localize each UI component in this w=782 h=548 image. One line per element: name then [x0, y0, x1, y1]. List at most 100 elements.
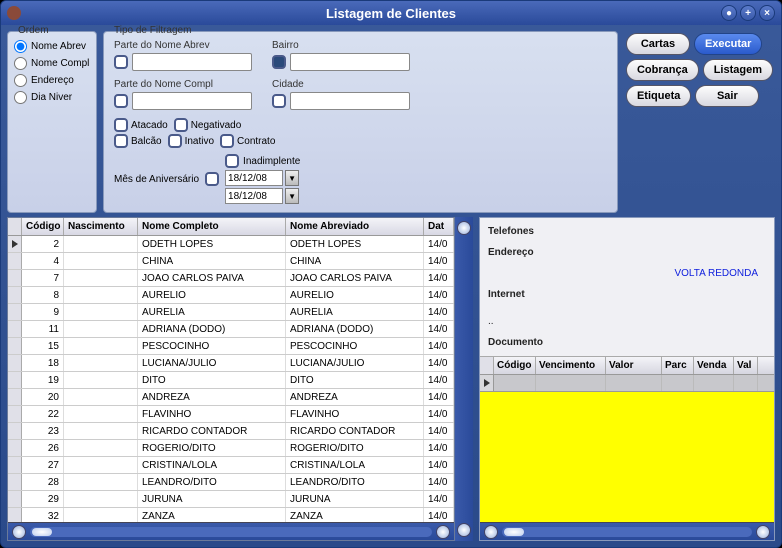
ordem-nome-abrev[interactable]: Nome Abrev: [14, 40, 90, 53]
scroll-left-icon[interactable]: [12, 525, 26, 539]
mes-label: Mês de Aniversário: [114, 174, 199, 185]
filter-panel: Ordem Nome Abrev Nome Compl Endereço Dia…: [7, 31, 775, 213]
negativado-flag[interactable]: Negativado: [174, 118, 242, 132]
filtragem-group: Tipo de Filtragem Parte do Nome Abrev Pa…: [103, 31, 618, 213]
cidade-check[interactable]: [272, 94, 286, 108]
cartas-button[interactable]: Cartas: [626, 33, 690, 55]
listagem-button[interactable]: Listagem: [703, 59, 773, 81]
clients-grid: Código Nascimento Nome Completo Nome Abr…: [7, 217, 455, 541]
bairro-filter: Bairro: [272, 40, 410, 71]
sair-button[interactable]: Sair: [695, 85, 759, 107]
atacado-flag[interactable]: Atacado: [114, 118, 168, 132]
title-bar: Listagem de Clientes ● + ×: [1, 1, 781, 25]
inadimplente-label: Inadimplente: [243, 156, 300, 167]
table-row[interactable]: 11ADRIANA (DODO)ADRIANA (DODO)14/0: [8, 321, 454, 338]
nome-abrev-check[interactable]: [114, 55, 128, 69]
inadimplente-check[interactable]: [225, 154, 239, 168]
mes-check[interactable]: [205, 172, 219, 186]
details-panel: Telefones Endereço VOLTA REDONDA Interne…: [479, 217, 775, 541]
close-icon[interactable]: ×: [759, 5, 775, 21]
etiqueta-button[interactable]: Etiqueta: [626, 85, 691, 107]
table-row[interactable]: 7JOAO CARLOS PAIVAJOAO CARLOS PAIVA14/0: [8, 270, 454, 287]
date2-dropdown[interactable]: ▼: [285, 188, 299, 204]
bairro-check[interactable]: [272, 55, 286, 69]
internet-label: Internet: [488, 289, 766, 300]
table-row[interactable]: 29JURUNAJURUNA14/0: [8, 491, 454, 508]
endereco-label: Endereço: [488, 247, 534, 258]
date1-input[interactable]: [225, 170, 283, 186]
action-buttons: Cartas Executar Cobrança Listagem Etique…: [624, 31, 775, 213]
det-scroll-thumb[interactable]: [504, 528, 524, 536]
table-row[interactable]: 23RICARDO CONTADORRICARDO CONTADOR14/0: [8, 423, 454, 440]
main-window: Listagem de Clientes ● + × Ordem Nome Ab…: [0, 0, 782, 548]
cobranca-button[interactable]: Cobrança: [626, 59, 699, 81]
grid-body[interactable]: 2ODETH LOPESODETH LOPES14/04CHINACHINA14…: [8, 236, 454, 522]
grid-v-scrollbar[interactable]: [455, 217, 473, 541]
flags-column: Atacado Negativado Balcão Inativo Contra…: [114, 116, 300, 204]
nome-abrev-input[interactable]: [132, 53, 252, 71]
inativo-flag[interactable]: Inativo: [168, 134, 214, 148]
col-nascimento[interactable]: Nascimento: [64, 218, 138, 235]
det-col-val[interactable]: Val: [734, 357, 758, 374]
nome-compl-input[interactable]: [132, 92, 252, 110]
table-row[interactable]: 28LEANDRO/DITOLEANDRO/DITO14/0: [8, 474, 454, 491]
ordem-nome-compl[interactable]: Nome Compl: [14, 57, 90, 70]
bairro-input[interactable]: [290, 53, 410, 71]
col-nome-completo[interactable]: Nome Completo: [138, 218, 286, 235]
det-col-vencimento[interactable]: Vencimento: [536, 357, 606, 374]
scroll-thumb[interactable]: [32, 528, 52, 536]
contrato-flag[interactable]: Contrato: [220, 134, 275, 148]
window-title: Listagem de Clientes: [326, 6, 456, 21]
det-grid-body[interactable]: [480, 392, 774, 522]
scroll-up-icon[interactable]: [457, 221, 471, 235]
col-nome-abreviado[interactable]: Nome Abreviado: [286, 218, 424, 235]
row-cursor-icon: [12, 240, 18, 248]
table-row[interactable]: 15PESCOCINHOPESCOCINHO14/0: [8, 338, 454, 355]
balcao-flag[interactable]: Balcão: [114, 134, 162, 148]
det-cursor-row[interactable]: [480, 375, 774, 392]
date1-dropdown[interactable]: ▼: [285, 170, 299, 186]
table-row[interactable]: 20ANDREZAANDREZA14/0: [8, 389, 454, 406]
nome-compl-check[interactable]: [114, 94, 128, 108]
col-codigo[interactable]: Código: [22, 218, 64, 235]
table-row[interactable]: 26ROGERIO/DITOROGERIO/DITO14/0: [8, 440, 454, 457]
app-icon: [7, 6, 21, 20]
det-col-valor[interactable]: Valor: [606, 357, 662, 374]
col-dat[interactable]: Dat: [424, 218, 454, 235]
table-row[interactable]: 18LUCIANA/JULIOLUCIANA/JULIO14/0: [8, 355, 454, 372]
ordem-dia-niver[interactable]: Dia Niver: [14, 91, 90, 104]
date2-input[interactable]: [225, 188, 283, 204]
det-col-venda[interactable]: Venda: [694, 357, 734, 374]
maximize-icon[interactable]: +: [740, 5, 756, 21]
table-row[interactable]: 8AURELIOAURELIO14/0: [8, 287, 454, 304]
scroll-right-icon[interactable]: [436, 525, 450, 539]
det-col-codigo[interactable]: Código: [494, 357, 536, 374]
table-row[interactable]: 9AURELIAAURELIA14/0: [8, 304, 454, 321]
det-scroll-left-icon[interactable]: [484, 525, 498, 539]
det-col-parc[interactable]: Parc: [662, 357, 694, 374]
details-grid: Código Vencimento Valor Parc Venda Val: [480, 356, 774, 540]
det-marker-header: [480, 357, 494, 374]
telefones-label: Telefones: [488, 226, 766, 237]
grid-h-scrollbar[interactable]: [8, 522, 454, 540]
ordem-endereco[interactable]: Endereço: [14, 74, 90, 87]
table-row[interactable]: 22FLAVINHOFLAVINHO14/0: [8, 406, 454, 423]
cidade-filter: Cidade: [272, 79, 410, 110]
table-row[interactable]: 2ODETH LOPESODETH LOPES14/0: [8, 236, 454, 253]
city-value: VOLTA REDONDA: [488, 268, 766, 279]
content-area: Ordem Nome Abrev Nome Compl Endereço Dia…: [1, 25, 781, 547]
table-row[interactable]: 19DITODITO14/0: [8, 372, 454, 389]
ordem-group: Ordem Nome Abrev Nome Compl Endereço Dia…: [7, 31, 97, 213]
table-row[interactable]: 4CHINACHINA14/0: [8, 253, 454, 270]
filtragem-legend: Tipo de Filtragem: [112, 25, 193, 36]
scroll-down-icon[interactable]: [457, 523, 471, 537]
table-row[interactable]: 32ZANZAZANZA14/0: [8, 508, 454, 522]
det-scroll-right-icon[interactable]: [756, 525, 770, 539]
cidade-input[interactable]: [290, 92, 410, 110]
ordem-legend: Ordem: [16, 25, 51, 36]
documento-label: Documento: [488, 337, 766, 348]
table-row[interactable]: 27CRISTINA/LOLACRISTINA/LOLA14/0: [8, 457, 454, 474]
executar-button[interactable]: Executar: [694, 33, 762, 55]
det-h-scrollbar[interactable]: [480, 522, 774, 540]
minimize-icon[interactable]: ●: [721, 5, 737, 21]
